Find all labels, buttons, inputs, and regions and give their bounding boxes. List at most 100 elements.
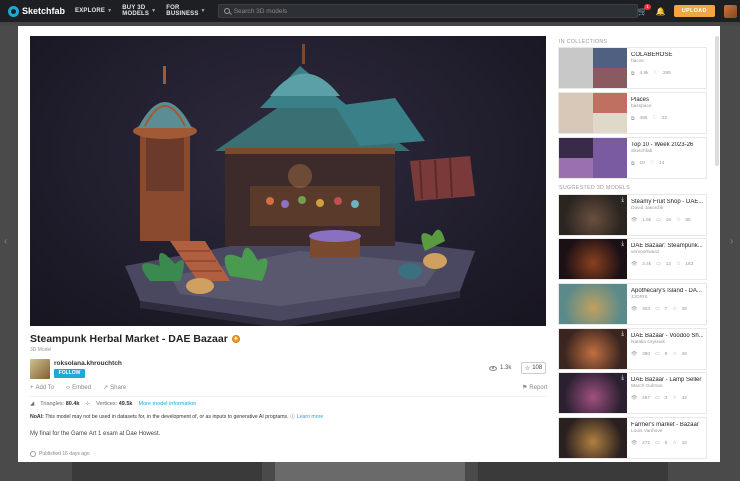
report-label: Report [529,384,548,391]
upload-button[interactable]: UPLOAD [673,5,715,17]
sketchfab-logo-icon [8,5,19,17]
suggested-author: Natalia Grytsiuk [631,340,665,345]
notification-bell-icon[interactable]: 🔔 [656,7,666,16]
like-count: 108 [532,365,543,371]
embed-button[interactable]: ‹› Embed [66,384,91,391]
collection-card[interactable]: COLABEROSE hacos ⧉ 4.9k ♡ 289 [559,48,706,88]
noai-label: NoAI: [30,414,44,420]
collection-model-count: 4.9k [639,71,649,76]
star-icon: ☆ [676,218,681,223]
suggested-model-card[interactable]: ⤓ DAE Bazaar: Steampunk... vervoortward … [559,239,706,279]
brand-name: Sketchfab [22,6,66,16]
suggested-comments: 5 [664,441,668,446]
author-avatar[interactable] [30,359,50,379]
report-button[interactable]: ⚑ Report [522,384,548,392]
likes-icon: ♡ [652,116,657,121]
suggested-views: 380 [642,352,651,357]
model-description: My final for the Game Art 1 exam at Dae … [30,431,161,437]
collection-card[interactable]: Places basspace ⧉ 495 ♡ 22 [559,93,706,133]
search-input[interactable] [233,7,632,15]
collection-model-count: 495 [639,116,648,121]
model-render [125,44,475,326]
suggested-model-card[interactable]: Farmer's market - Bazaar Louis Vanhove 👁… [559,418,706,458]
comment-icon: ▭ [655,352,660,357]
cart-icon[interactable]: 🛒 1 [638,3,651,16]
vertices-label: Vertices: [96,401,118,407]
model-thumbnail [559,418,627,458]
help-icon: ⓘ [290,414,296,420]
suggested-likes: 38 [681,307,687,312]
model-title: Steampunk Herbal Market - DAE Bazaar ✦ [30,333,240,345]
nav-for-business[interactable]: FOR BUSINESS ▼ [166,5,205,17]
noai-notice: NoAI: This model may not be used in data… [30,413,323,420]
likes-icon: ♡ [653,71,658,76]
in-collections-header: IN COLLECTIONS [559,39,608,45]
chevron-down-icon: ▼ [200,8,206,14]
suggested-model-card[interactable]: ⤓ Steamy Fruit Shop - DAE... David Jakon… [559,195,706,235]
like-button[interactable]: ☆ 108 [521,362,546,374]
collection-like-count: 289 [662,71,671,76]
add-to-label: Add To [35,384,55,391]
background-card [275,462,465,481]
suggested-views: 3.4k [642,262,652,267]
star-icon: ☆ [672,441,677,446]
collection-like-count: 14 [659,161,665,166]
follow-button[interactable]: FOLLOW [54,369,85,378]
comment-icon: ▭ [655,441,660,446]
vertices-icon: ⊹ [85,401,91,407]
eye-icon: 👁 [631,262,638,267]
next-arrow-icon[interactable]: › [730,236,733,247]
sidebar-scrollbar[interactable] [715,36,719,166]
suggested-comments: 7 [664,307,668,312]
triangles-label: Triangles: [40,401,65,407]
learn-more-link[interactable]: Learn more [297,414,324,420]
cart-badge: 1 [644,3,651,10]
star-icon: ☆ [676,262,681,267]
nav-buy-label: BUY 3D MODELS [122,5,150,17]
collection-title: Top 10 - Week 2023-26 [631,142,694,148]
sketchfab-logo[interactable]: Sketchfab [8,5,66,17]
collection-thumbnail [559,93,627,133]
comment-icon: ▭ [656,262,661,267]
suggested-title: Steamy Fruit Shop - DAE... [631,199,703,205]
plus-icon: + [30,384,34,391]
previous-arrow-icon[interactable]: ‹ [4,236,7,247]
model-thumbnail: ⤓ [559,195,627,235]
share-button[interactable]: ↗ Share [103,384,127,392]
suggested-title: Farmer's market - Bazaar [631,422,699,428]
suggested-model-card[interactable]: ⤓ DAE Bazaar - Lamp Seller March Gulman … [559,373,706,413]
author-name[interactable]: roksolana.khrouchtch [54,360,122,367]
eye-icon: 👁 [631,441,638,446]
nav-buy-3d-models[interactable]: BUY 3D MODELS ▼ [122,5,156,17]
collection-title: Places [631,97,650,103]
add-to-button[interactable]: + Add To [30,384,54,391]
search-bar[interactable] [217,4,638,18]
triangles-stat: Triangles: 80.4k [40,401,79,407]
view-count-value: 1.3k [500,365,512,371]
suggested-author: March Gulman [631,384,663,389]
suggested-author: David Jakonžik [631,206,664,211]
more-model-information-link[interactable]: More model information [138,401,196,407]
collection-model-count: 10 [639,161,645,166]
suggested-title: Apothecary's Island - DA... [631,288,702,294]
user-avatar[interactable] [723,4,737,18]
share-icon: ↗ [103,385,109,391]
share-label: Share [110,384,127,391]
star-icon: ☆ [672,352,677,357]
models-icon: ⧉ [631,117,635,122]
collection-author: basspace [631,104,652,109]
star-icon: ☆ [672,307,677,312]
suggested-model-card[interactable]: ⤓ DAE Bazaar - Voodoo Sh... Natalia Gryt… [559,329,706,369]
nav-explore[interactable]: EXPLORE ▼ [75,8,112,14]
flag-icon: ⚑ [522,385,528,391]
collection-card[interactable]: Top 10 - Week 2023-26 Sketchfab ⧉ 10 ♡ 14 [559,138,706,178]
noai-text: This model may not be used in datasets f… [45,414,289,420]
suggested-model-card[interactable]: Apothecary's Island - DA... JJORIS 👁 303 ▭… [559,284,706,324]
embed-label: Embed [72,384,92,391]
likes-icon: ♡ [649,161,655,166]
divider [30,396,546,397]
3d-viewer[interactable] [30,36,546,326]
vertices-stat: Vertices: 49.5k [96,401,132,407]
clock-icon [30,451,36,457]
eye-icon: 👁 [631,396,638,401]
